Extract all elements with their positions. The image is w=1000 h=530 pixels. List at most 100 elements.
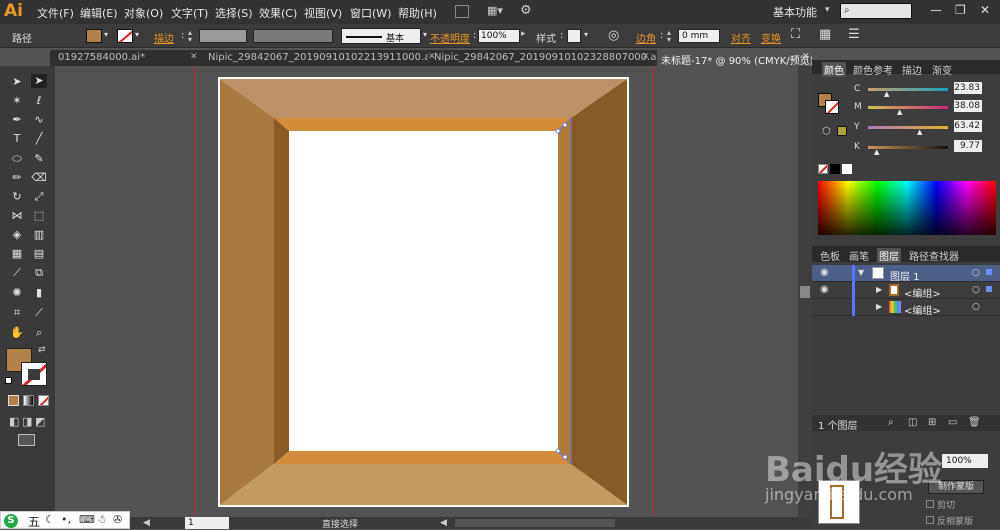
menu-type[interactable]: 文字(T) [171, 5, 208, 21]
maximize-button[interactable]: ❐ [955, 3, 966, 17]
expand-arrow-icon[interactable]: ▶ [876, 302, 882, 311]
expand-arrow-icon[interactable]: ▶ [876, 285, 882, 294]
expand-arrow-icon[interactable]: ▼ [858, 268, 864, 277]
channel-y-slider[interactable] [868, 126, 948, 129]
draw-inside-icon[interactable]: ◩ [35, 415, 45, 428]
menu-file[interactable]: 文件(F) [37, 5, 74, 21]
type-tool-icon[interactable]: T [9, 132, 25, 146]
brush-definition-select[interactable]: 基本 [341, 28, 421, 44]
eraser-icon[interactable]: ⌫ [31, 171, 47, 185]
ime-mode[interactable]: 五 [28, 513, 40, 530]
pencil-icon[interactable]: ✏ [9, 171, 25, 185]
out-of-gamut-icon[interactable]: ⬡ [822, 126, 831, 137]
perspective-grid-icon[interactable]: ▥ [31, 228, 47, 242]
stroke-label[interactable]: 描边 [154, 30, 174, 45]
rotate-tool-icon[interactable]: ↻ [9, 190, 25, 204]
canvas-area[interactable] [55, 66, 800, 518]
menu-effect[interactable]: 效果(C) [259, 5, 297, 21]
panel-menu-icon[interactable]: ☰ [848, 27, 860, 42]
slider-thumb[interactable]: ▲ [917, 128, 922, 136]
magic-wand-icon[interactable]: ✶ [9, 94, 25, 108]
ellipse-tool-icon[interactable]: ⬭ [9, 152, 25, 166]
anchor-point[interactable] [562, 454, 568, 460]
direct-selection-tool-icon[interactable]: ➤ [31, 74, 47, 88]
selection-indicator[interactable] [986, 286, 992, 292]
frame-left[interactable] [220, 79, 274, 505]
paintbrush-icon[interactable]: ✎ [31, 152, 47, 166]
target-icon[interactable]: ○ [972, 285, 980, 295]
group-name[interactable]: <编组> [904, 302, 941, 317]
menu-help[interactable]: 帮助(H) [398, 5, 437, 21]
tab-layers[interactable]: 图层 [877, 248, 901, 263]
chevron-down-icon[interactable]: ▾ [135, 30, 139, 39]
frame-bottom[interactable] [220, 464, 627, 505]
close-button[interactable]: ✕ [980, 3, 990, 17]
fill-swatch[interactable] [86, 29, 102, 43]
slider-thumb[interactable]: ▲ [874, 148, 879, 156]
eyedropper-icon[interactable]: ⟋ [9, 266, 25, 280]
stroke-swatch[interactable] [117, 29, 133, 43]
keyboard-icon[interactable]: ⌨ [79, 513, 95, 526]
tab-color-guide[interactable]: 颜色参考 [853, 62, 893, 77]
layer-row[interactable]: ◉ ▼ 图层 1 ○ [812, 265, 1000, 283]
arrange-documents-icon[interactable]: ▦▾ [487, 4, 509, 19]
close-icon[interactable]: ✕ [190, 52, 198, 62]
none-color-chip[interactable] [818, 164, 828, 174]
tab-document-active[interactable]: 未标题-17* @ 90% (CMYK/预览) [657, 50, 812, 66]
chevron-down-icon[interactable]: ▾ [584, 30, 588, 39]
screen-mode-icon[interactable] [18, 434, 35, 446]
curvature-tool-icon[interactable]: ∿ [31, 113, 47, 127]
swap-colors-icon[interactable]: ⇄ [38, 345, 46, 355]
new-sublayer-icon[interactable]: ⊞ [928, 417, 936, 428]
graph-tool-icon[interactable]: ▮ [31, 286, 47, 300]
color-mode-icon[interactable] [8, 395, 19, 406]
anchor-point[interactable] [555, 448, 561, 454]
workspace-switcher[interactable]: 基本功能 [773, 4, 817, 20]
transform-link[interactable]: 变换 [761, 30, 781, 45]
isolate-icon[interactable]: ⛶ [791, 27, 800, 42]
channel-y-value[interactable]: 63.42 [954, 120, 982, 132]
invert-mask-checkbox[interactable] [926, 516, 934, 524]
control-options-icon[interactable]: ▦ [819, 27, 831, 42]
black-color-chip[interactable] [830, 164, 840, 174]
layer-row[interactable]: ▶ <编组> ○ [812, 299, 1000, 317]
align-link[interactable]: 对齐 [731, 30, 751, 45]
mesh-tool-icon[interactable]: ▦ [9, 247, 25, 261]
color-spectrum[interactable] [818, 181, 996, 235]
blend-tool-icon[interactable]: ⧉ [31, 266, 47, 280]
menu-edit[interactable]: 编辑(E) [80, 5, 118, 21]
channel-k-value[interactable]: 9.77 [954, 140, 982, 152]
channel-m-slider[interactable] [868, 106, 948, 109]
make-clipping-mask-icon[interactable]: ◫ [908, 417, 917, 428]
search-input[interactable]: ⌕ [840, 3, 912, 19]
recolor-artwork-icon[interactable]: ◎ [608, 28, 619, 43]
draw-behind-icon[interactable]: ◨ [22, 415, 32, 428]
selection-indicator[interactable] [986, 269, 992, 275]
stroke-weight-stepper[interactable]: ▴ ▾ [188, 29, 198, 44]
slider-thumb[interactable]: ▲ [897, 108, 902, 116]
group-name[interactable]: <编组> [904, 285, 941, 300]
opacity-flyout-icon[interactable]: ▸ [521, 29, 531, 43]
locate-object-icon[interactable]: ⌕ [888, 417, 894, 428]
default-colors-icon[interactable] [5, 377, 15, 387]
gradient-mode-icon[interactable] [23, 395, 34, 406]
frame-right[interactable] [571, 79, 627, 505]
chevron-down-icon[interactable]: ▾ [825, 5, 830, 15]
punctuation-icon[interactable]: •, [61, 513, 71, 526]
panel-stroke-swatch[interactable] [825, 100, 839, 114]
graphic-style-swatch[interactable] [567, 29, 581, 43]
layer-name[interactable]: 图层 1 [890, 268, 920, 283]
tab-swatches[interactable]: 色板 [820, 248, 840, 263]
bridge-icon[interactable] [455, 5, 469, 18]
eye-icon[interactable]: ◉ [820, 284, 829, 295]
none-mode-icon[interactable] [38, 395, 49, 406]
corner-label[interactable]: 边角 [636, 30, 656, 45]
stroke-color-box[interactable] [21, 362, 47, 386]
width-tool-icon[interactable]: ⋈ [9, 209, 25, 223]
tab-pathfinder[interactable]: 路径查找器 [909, 248, 959, 263]
gpu-icon[interactable]: ⚙ [520, 3, 532, 18]
gradient-tool-icon[interactable]: ▤ [31, 247, 47, 261]
tab-stroke[interactable]: 描边 [902, 62, 922, 77]
free-transform-icon[interactable]: ⬚ [31, 209, 47, 223]
menu-view[interactable]: 视图(V) [304, 5, 342, 21]
